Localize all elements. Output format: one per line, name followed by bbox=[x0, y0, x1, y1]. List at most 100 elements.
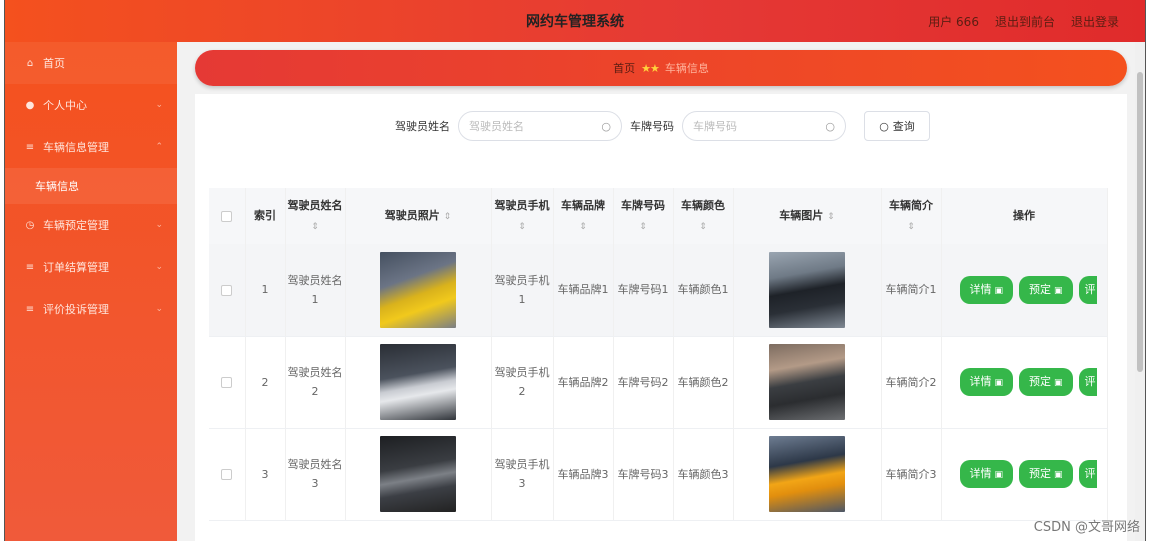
sort-icon: ⇕ bbox=[443, 211, 452, 222]
driver-name-input[interactable] bbox=[469, 119, 589, 133]
search-bar: 驾驶员姓名 ○ 车牌号码 ○ ○ 查询 bbox=[395, 111, 930, 141]
exit-to-front-link[interactable]: 退出到前台 bbox=[995, 13, 1055, 30]
cell-actions: 详情 ▣ 预定 ▣ 评 bbox=[941, 336, 1108, 429]
col-intro[interactable]: 车辆简介 ⇕ bbox=[881, 188, 942, 244]
doc-icon: ▣ bbox=[1054, 470, 1063, 480]
cell-car-image bbox=[733, 428, 882, 521]
col-plate-label: 车牌号码 bbox=[621, 198, 665, 212]
cell-driver-name: 驾驶员姓名2 bbox=[285, 336, 346, 429]
row-checkbox[interactable] bbox=[221, 284, 233, 296]
user-icon: ● bbox=[25, 99, 35, 111]
review-button[interactable]: 评 bbox=[1078, 275, 1097, 304]
col-driver-phone[interactable]: 驾驶员手机 ⇕ bbox=[491, 188, 554, 244]
plate-field[interactable]: ○ bbox=[682, 111, 846, 141]
cell-driver-phone: 驾驶员手机1 bbox=[491, 244, 554, 337]
col-actions: 操作 bbox=[941, 188, 1108, 244]
cell-driver-name: 驾驶员姓名3 bbox=[285, 428, 346, 521]
reserve-button-label: 预定 bbox=[1029, 467, 1052, 480]
driver-photo-image bbox=[380, 251, 456, 328]
col-driver-phone-label: 驾驶员手机 bbox=[494, 198, 550, 212]
select-all-checkbox[interactable] bbox=[221, 210, 233, 222]
cell-actions: 详情 ▣ 预定 ▣ 评 bbox=[941, 244, 1108, 337]
cell-index: 1 bbox=[245, 244, 286, 337]
doc-icon: ▣ bbox=[1054, 378, 1063, 388]
search-button-label: 查询 bbox=[892, 120, 915, 133]
sort-icon: ⇕ bbox=[639, 221, 647, 232]
watermark: CSDN @文哥网络 bbox=[1033, 520, 1140, 535]
detail-button[interactable]: 详情 ▣ bbox=[959, 275, 1014, 304]
col-brand[interactable]: 车辆品牌 ⇕ bbox=[553, 188, 614, 244]
logout-link[interactable]: 退出登录 bbox=[1071, 13, 1119, 30]
star-icon: ★★ bbox=[641, 61, 660, 75]
driver-photo-image bbox=[380, 344, 456, 420]
chevron-down-icon: ⌄ bbox=[155, 262, 163, 272]
search-button[interactable]: ○ 查询 bbox=[864, 111, 930, 141]
sidebar-subitem-label: 车辆信息 bbox=[35, 180, 79, 193]
col-driver-name[interactable]: 驾驶员姓名 ⇕ bbox=[285, 188, 346, 244]
col-car-image[interactable]: 车辆图片 ⇕ bbox=[733, 188, 882, 244]
col-color[interactable]: 车辆颜色 ⇕ bbox=[673, 188, 734, 244]
chevron-up-icon: ⌃ bbox=[155, 142, 163, 152]
col-index: 索引 bbox=[245, 188, 286, 244]
reserve-button[interactable]: 预定 ▣ bbox=[1019, 460, 1073, 488]
cell-plate: 车牌号码2 bbox=[613, 336, 674, 429]
cell-driver-photo bbox=[345, 428, 492, 521]
col-color-label: 车辆颜色 bbox=[681, 198, 725, 212]
row-checkbox[interactable] bbox=[221, 469, 233, 480]
row-select-cell bbox=[209, 244, 246, 337]
sort-icon: ⇕ bbox=[311, 221, 319, 232]
clock-icon: ◷ bbox=[25, 219, 35, 231]
select-all-cell bbox=[209, 188, 246, 244]
sort-icon: ⇕ bbox=[907, 221, 915, 232]
row-select-cell bbox=[209, 428, 246, 521]
plate-input[interactable] bbox=[693, 119, 813, 133]
cell-color: 车辆颜色1 bbox=[673, 244, 734, 337]
reserve-button-label: 预定 bbox=[1029, 282, 1052, 296]
sidebar-item-profile[interactable]: ● 个人中心 ⌄ bbox=[5, 84, 177, 126]
col-actions-label: 操作 bbox=[1013, 209, 1035, 222]
review-button[interactable]: 评 bbox=[1078, 460, 1097, 488]
detail-button-label: 详情 bbox=[969, 375, 992, 388]
sidebar-subitem-vehicle-info[interactable]: 车辆信息 bbox=[5, 168, 177, 204]
detail-button[interactable]: 详情 ▣ bbox=[959, 368, 1014, 396]
sidebar-item-label: 个人中心 bbox=[43, 99, 87, 112]
cell-driver-name: 驾驶员姓名1 bbox=[285, 244, 346, 337]
main-panel: 驾驶员姓名 ○ 车牌号码 ○ ○ 查询 索引 驾驶员姓名 ⇕ 驾驶员 bbox=[195, 94, 1127, 541]
doc-icon: ▣ bbox=[994, 378, 1004, 388]
cell-plate: 车牌号码1 bbox=[613, 244, 674, 337]
vertical-scrollbar[interactable] bbox=[1135, 42, 1145, 541]
sidebar-item-orders[interactable]: ≡ 订单结算管理 ⌄ bbox=[5, 246, 177, 288]
cell-driver-phone: 驾驶员手机2 bbox=[491, 336, 554, 429]
col-driver-photo[interactable]: 驾驶员照片 ⇕ bbox=[345, 188, 492, 244]
cell-brand: 车辆品牌3 bbox=[553, 428, 614, 521]
cell-driver-phone: 驾驶员手机3 bbox=[491, 428, 554, 521]
car-image bbox=[769, 251, 845, 328]
list-icon: ≡ bbox=[25, 303, 35, 315]
row-checkbox[interactable] bbox=[221, 377, 233, 388]
col-intro-label: 车辆简介 bbox=[889, 198, 933, 212]
scrollbar-thumb[interactable] bbox=[1137, 72, 1143, 372]
cell-index: 2 bbox=[245, 336, 286, 429]
cell-color: 车辆颜色3 bbox=[673, 428, 734, 521]
col-index-label: 索引 bbox=[254, 209, 276, 222]
sidebar-item-reviews[interactable]: ≡ 评价投诉管理 ⌄ bbox=[5, 288, 177, 330]
review-button[interactable]: 评 bbox=[1078, 368, 1097, 396]
table-row: 1 驾驶员姓名1 驾驶员手机1 车辆品牌1 车牌号码1 车辆颜色1 车辆简介1 … bbox=[209, 244, 1108, 337]
sidebar-item-home[interactable]: ⌂ 首页 bbox=[5, 42, 177, 84]
review-button-label: 评 bbox=[1084, 467, 1096, 480]
col-brand-label: 车辆品牌 bbox=[561, 198, 605, 212]
sidebar-item-vehicle-management[interactable]: ≡ 车辆信息管理 ⌃ bbox=[5, 126, 177, 168]
reserve-button[interactable]: 预定 ▣ bbox=[1019, 275, 1073, 304]
cell-intro: 车辆简介3 bbox=[881, 428, 942, 521]
sort-icon: ⇕ bbox=[518, 221, 526, 232]
detail-button[interactable]: 详情 ▣ bbox=[959, 460, 1014, 488]
driver-name-field[interactable]: ○ bbox=[458, 111, 622, 141]
breadcrumb-home[interactable]: 首页 bbox=[613, 60, 635, 76]
list-icon: ≡ bbox=[25, 261, 35, 273]
driver-name-label: 驾驶员姓名 bbox=[395, 120, 450, 133]
app-title: 网约车管理系统 bbox=[526, 14, 624, 30]
sidebar-item-reservation[interactable]: ◷ 车辆预定管理 ⌄ bbox=[5, 204, 177, 246]
col-plate[interactable]: 车牌号码 ⇕ bbox=[613, 188, 674, 244]
sort-icon: ⇕ bbox=[579, 221, 587, 232]
reserve-button[interactable]: 预定 ▣ bbox=[1019, 368, 1073, 396]
